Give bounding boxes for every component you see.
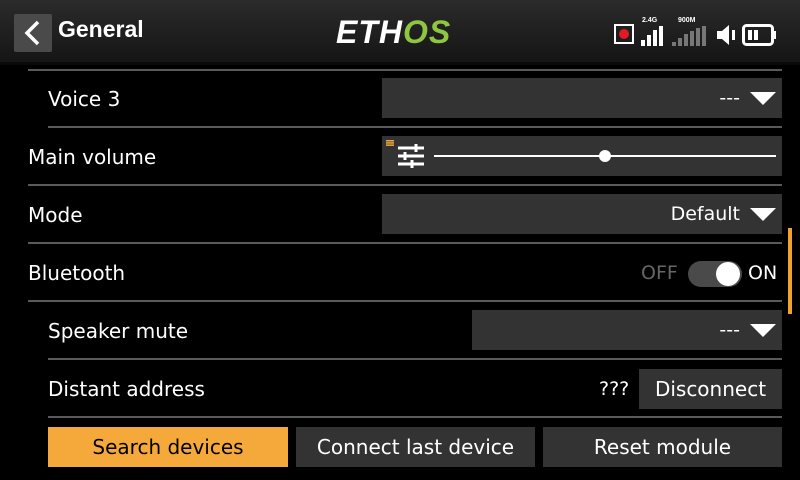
row-divider bbox=[48, 358, 782, 360]
bluetooth-label: Bluetooth bbox=[28, 261, 126, 285]
mode-value: Default bbox=[670, 203, 740, 225]
voice3-select[interactable]: --- bbox=[382, 78, 782, 118]
speaker-mute-label: Speaker mute bbox=[48, 319, 189, 343]
mode-label: Mode bbox=[28, 203, 83, 227]
distant-address-value: ??? bbox=[599, 378, 630, 400]
chevron-left-icon bbox=[24, 20, 40, 46]
main-volume-label: Main volume bbox=[28, 145, 157, 169]
reset-module-button[interactable]: Reset module bbox=[543, 427, 782, 467]
menu-lines-icon bbox=[386, 140, 394, 146]
bluetooth-off-label: OFF bbox=[641, 262, 678, 284]
signal-24g-icon bbox=[641, 26, 665, 46]
sliders-icon bbox=[398, 144, 424, 168]
scroll-indicator[interactable] bbox=[788, 228, 792, 314]
bluetooth-toggle[interactable] bbox=[688, 261, 742, 287]
back-button[interactable] bbox=[14, 14, 52, 52]
chevron-down-icon bbox=[750, 208, 776, 221]
distant-address-row: Distant address ??? Disconnect bbox=[0, 361, 782, 418]
bluetooth-row: Bluetooth OFF ON bbox=[0, 245, 782, 302]
search-devices-button[interactable]: Search devices bbox=[48, 427, 288, 467]
bluetooth-on-label: ON bbox=[748, 262, 778, 284]
row-divider bbox=[48, 416, 782, 418]
chevron-down-icon bbox=[750, 324, 776, 337]
signal-24g-label: 2.4G bbox=[642, 17, 658, 24]
distant-address-label: Distant address bbox=[48, 377, 205, 401]
row-divider bbox=[28, 242, 782, 244]
row-divider bbox=[28, 300, 782, 302]
status-area: 2.4G 900M bbox=[614, 14, 794, 50]
chevron-down-icon bbox=[750, 92, 776, 105]
record-icon bbox=[614, 24, 634, 44]
toggle-knob bbox=[716, 262, 740, 286]
speaker-mute-value: --- bbox=[719, 319, 740, 341]
title-bar: General ETHOS 2.4G 900M bbox=[0, 0, 800, 65]
main-volume-control[interactable] bbox=[382, 136, 782, 176]
row-divider bbox=[48, 126, 782, 128]
signal-900m-label: 900M bbox=[678, 17, 696, 24]
ethos-logo: ETHOS bbox=[336, 14, 451, 51]
logo-suffix: OS bbox=[403, 14, 452, 50]
connect-last-device-button[interactable]: Connect last device bbox=[296, 427, 535, 467]
row-divider bbox=[28, 184, 782, 186]
volume-slider-knob[interactable] bbox=[599, 150, 611, 162]
page-title: General bbox=[58, 16, 144, 42]
speaker-mute-select[interactable]: --- bbox=[472, 310, 782, 350]
voice3-value: --- bbox=[719, 87, 740, 109]
disconnect-button[interactable]: Disconnect bbox=[639, 369, 782, 409]
voice3-label: Voice 3 bbox=[48, 87, 121, 111]
mode-select[interactable]: Default bbox=[382, 194, 782, 234]
battery-icon bbox=[742, 24, 776, 46]
speaker-icon bbox=[717, 25, 735, 45]
mode-row: Mode Default bbox=[0, 187, 782, 244]
main-volume-row: Main volume bbox=[0, 129, 782, 186]
voice3-row: Voice 3 --- bbox=[0, 71, 782, 128]
speaker-mute-row: Speaker mute --- bbox=[0, 303, 782, 360]
signal-900m-icon bbox=[672, 26, 712, 46]
logo-prefix: ETH bbox=[336, 14, 403, 50]
